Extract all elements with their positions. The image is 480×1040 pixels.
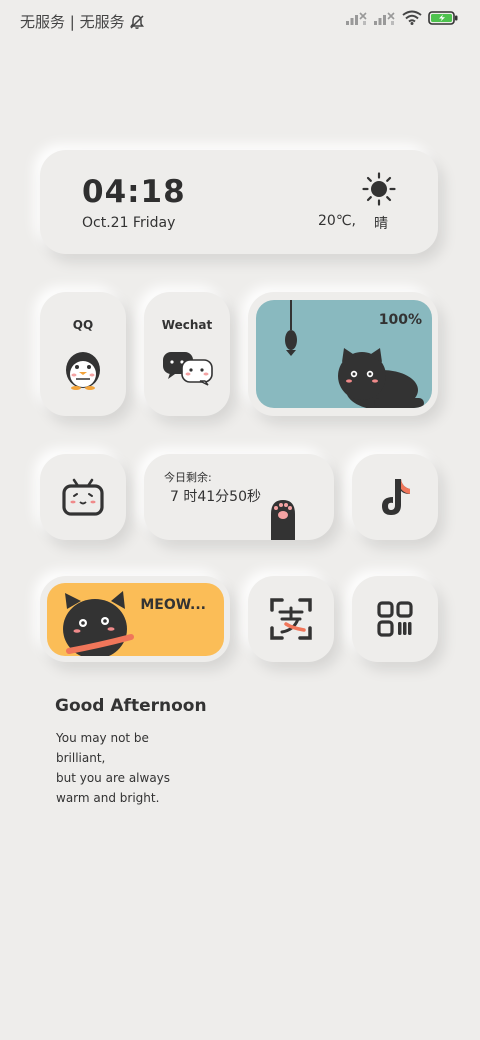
black-cat-face-icon: [63, 591, 134, 656]
clock-time: 04:18: [82, 174, 186, 210]
greeting-title: Good Afternoon: [55, 696, 207, 716]
signal-x-icon: [374, 11, 395, 25]
time-remaining-value: 7 时41分50秒: [170, 489, 261, 505]
app-bilibili[interactable]: [40, 454, 126, 540]
app-tiktok[interactable]: [352, 454, 438, 540]
alipay-scan-icon: [270, 598, 312, 640]
cat-paw-icon: [271, 500, 295, 540]
carrier-text: 无服务 | 无服务: [20, 13, 125, 31]
qr-code-icon: [377, 601, 413, 637]
black-cat-icon: [338, 348, 424, 408]
battery-percent: 100%: [378, 312, 422, 328]
battery-cat-widget[interactable]: 100%: [248, 292, 438, 416]
time-remaining-label: 今日剩余:: [164, 471, 212, 484]
hanging-fish-toy-icon: [285, 300, 297, 356]
app-qq[interactable]: QQ: [40, 292, 126, 416]
clock-date: Oct.21 Friday: [82, 215, 176, 231]
status-bar: 无服务 | 无服务: [0, 0, 480, 44]
bell-off-icon: [129, 14, 144, 29]
bilibili-tv-icon: [62, 478, 104, 516]
status-icons: [346, 10, 458, 25]
greeting-message: You may not be brilliant, but you are al…: [56, 728, 256, 808]
app-label-wechat: Wechat: [161, 318, 213, 332]
qq-penguin-icon: [66, 352, 100, 390]
wechat-bubbles-icon: [163, 352, 213, 386]
greeting-line: brilliant,: [56, 751, 106, 765]
greeting-line: You may not be: [56, 731, 149, 745]
battery-cat-panel: 100%: [256, 300, 432, 408]
wifi-icon: [402, 10, 422, 25]
app-qr-code[interactable]: [352, 576, 438, 662]
time-remaining-widget[interactable]: 今日剩余: 7 时41分50秒: [144, 454, 334, 540]
weather-condition: 晴: [374, 216, 388, 232]
meow-cat-widget[interactable]: MEOW...: [40, 576, 230, 662]
greeting-line: warm and bright.: [56, 791, 160, 805]
meow-panel: MEOW...: [47, 583, 224, 656]
meow-text: MEOW...: [140, 597, 206, 613]
carrier-info: 无服务 | 无服务: [20, 11, 145, 32]
weather-info: 20℃, 晴: [318, 213, 388, 233]
greeting-line: but you are always: [56, 771, 171, 785]
tiktok-note-icon: [382, 479, 410, 515]
app-wechat[interactable]: Wechat: [144, 292, 230, 416]
sun-icon: [362, 172, 396, 206]
weather-temperature: 20℃,: [318, 213, 356, 229]
app-label-qq: QQ: [72, 318, 94, 332]
home-screen: 无服务 | 无服务 04:18 Oct.21 Friday 20℃, 晴 QQ …: [0, 0, 480, 1040]
signal-x-icon: [346, 11, 367, 25]
clock-weather-widget[interactable]: 04:18 Oct.21 Friday 20℃, 晴: [40, 150, 438, 254]
battery-charging-icon: [428, 10, 458, 25]
app-alipay[interactable]: [248, 576, 334, 662]
